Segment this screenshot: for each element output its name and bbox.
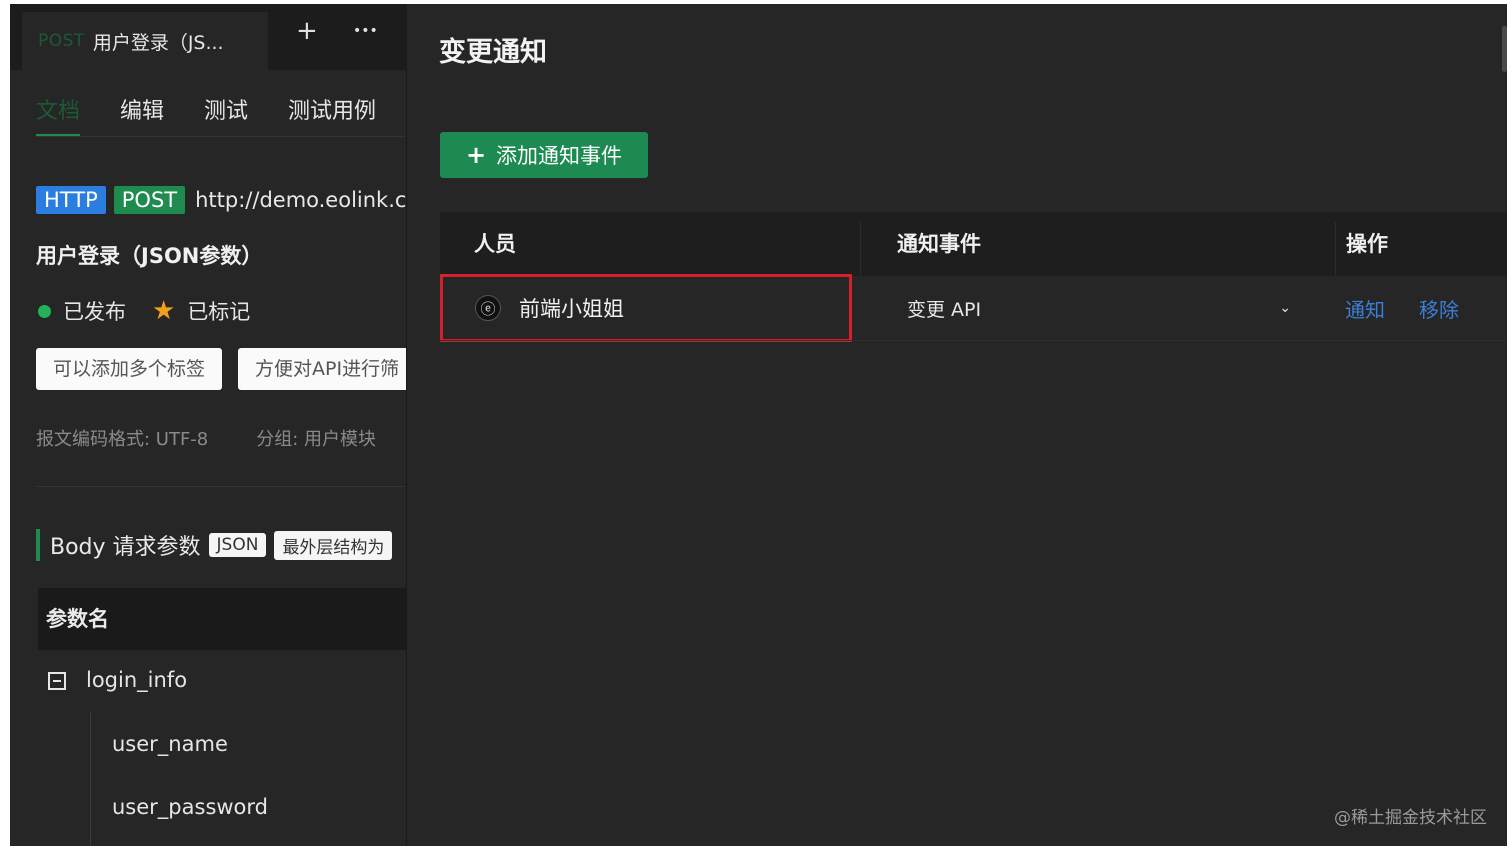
doc-tab[interactable]: POST 用户登录（JS...: [22, 12, 268, 70]
tag[interactable]: 可以添加多个标签: [36, 348, 223, 390]
body-section-header: Body 请求参数 JSON 最外层结构为: [36, 526, 393, 564]
param-row: login_info: [86, 668, 188, 692]
person-cell-highlighted[interactable]: ⓔ 前端小姐姐: [440, 274, 852, 342]
tree-guide-line: [90, 712, 91, 846]
row-divider: [440, 340, 1507, 341]
doc-tab-bar: POST 用户登录（JS... + •••: [10, 4, 406, 70]
plus-icon[interactable]: +: [296, 18, 318, 44]
table-header: 人员 通知事件 操作: [440, 212, 1507, 276]
header-person: 人员: [474, 232, 516, 256]
api-name: 用户登录（JSON参数）: [36, 244, 263, 268]
doc-subtabs: 文档 编辑 测试 测试用例: [36, 94, 406, 137]
doc-tab-method: POST: [38, 31, 85, 51]
event-select-value: 变更 API: [907, 298, 982, 321]
add-notification-event-button[interactable]: + 添加通知事件: [440, 132, 648, 178]
avatar-icon: ⓔ: [475, 295, 501, 321]
body-title: Body 请求参数: [50, 535, 201, 560]
published-status: 已发布: [63, 300, 126, 324]
section-divider: [36, 486, 406, 487]
tag[interactable]: 方便对API进行筛: [238, 348, 406, 390]
status-row: 已发布 ★ 已标记: [38, 296, 250, 326]
watermark: @稀土掘金技术社区: [1334, 808, 1487, 828]
header-event: 通知事件: [897, 232, 981, 256]
person-name: 前端小姐姐: [519, 297, 624, 321]
encoding-info: 报文编码格式: UTF-8: [36, 429, 209, 450]
header-separator: [1335, 222, 1336, 276]
tab-test-cases[interactable]: 测试用例: [288, 94, 376, 134]
body-note-badge: 最外层结构为: [274, 530, 393, 560]
scrollbar[interactable]: [1502, 26, 1507, 72]
subtabs-divider: [36, 136, 406, 137]
param-row: user_password: [112, 795, 269, 819]
doc-tab-title: 用户登录（JS...: [92, 31, 224, 54]
star-icon[interactable]: ★: [152, 296, 175, 326]
marked-status: 已标记: [187, 300, 251, 324]
tab-edit[interactable]: 编辑: [120, 94, 164, 134]
chevron-down-icon: ⌄: [1279, 300, 1291, 316]
published-dot-icon: [38, 304, 51, 318]
panel-title: 变更通知: [439, 37, 547, 68]
plus-icon: +: [465, 141, 487, 169]
header-action: 操作: [1346, 232, 1388, 256]
api-url: http://demo.eolink.c: [195, 188, 406, 212]
app-window: POST 用户登录（JS... + ••• 文档 编辑 测试 测试用例 HTTP…: [10, 4, 1507, 846]
change-notification-panel: 变更通知 + 添加通知事件 人员 通知事件 操作 ⓔ 前端小姐姐 变更 API …: [407, 4, 1507, 846]
remove-link[interactable]: 移除: [1419, 294, 1459, 323]
group-info: 分组: 用户模块: [256, 429, 377, 450]
notification-event-select[interactable]: 变更 API ⌄: [877, 280, 1321, 336]
body-format-badge: JSON: [208, 533, 267, 557]
url-row: HTTP POST http://demo.eolink.c: [36, 186, 406, 214]
meta-info: 报文编码格式: UTF-8 分组: 用户模块: [36, 425, 376, 451]
param-table-header: 参数名: [38, 588, 406, 650]
tab-test[interactable]: 测试: [204, 94, 248, 134]
notify-link[interactable]: 通知: [1345, 294, 1385, 323]
add-button-label: 添加通知事件: [496, 144, 623, 168]
tab-document[interactable]: 文档: [36, 94, 81, 137]
method-badge: POST: [113, 186, 186, 214]
tag-list: 可以添加多个标签 方便对API进行筛: [36, 348, 406, 390]
api-doc-panel: POST 用户登录（JS... + ••• 文档 编辑 测试 测试用例 HTTP…: [10, 4, 406, 846]
more-icon[interactable]: •••: [353, 18, 378, 44]
protocol-badge: HTTP: [36, 186, 106, 214]
header-separator: [860, 222, 861, 276]
param-row: user_name: [112, 732, 228, 756]
section-accent-bar: [36, 529, 40, 561]
collapse-icon[interactable]: [48, 672, 66, 690]
